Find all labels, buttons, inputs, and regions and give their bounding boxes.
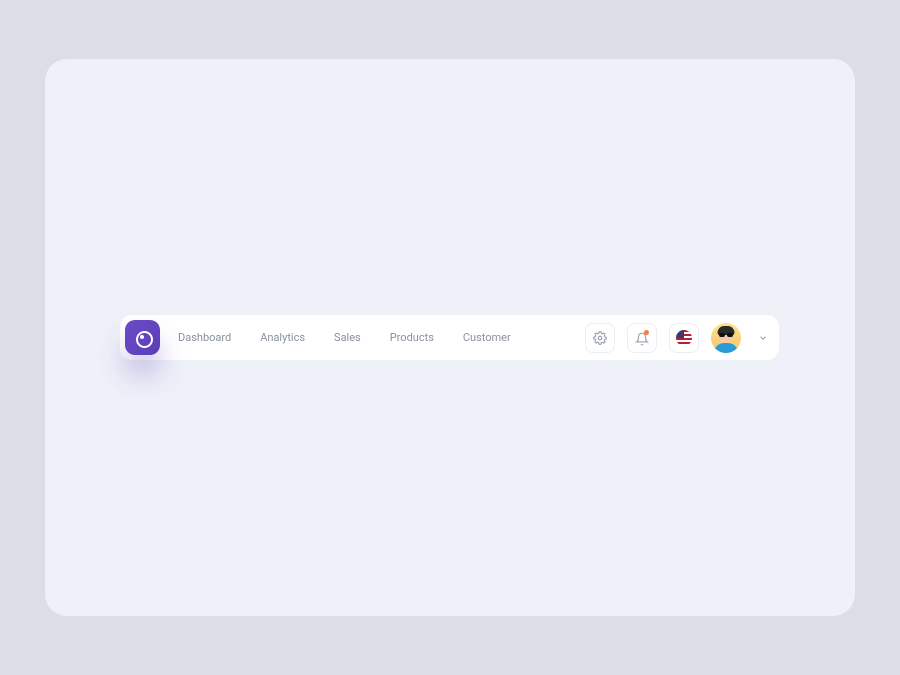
settings-button[interactable] [585, 323, 615, 353]
navbar: Dashboard Analytics Sales Products Custo… [120, 315, 779, 360]
avatar[interactable] [711, 323, 741, 353]
nav-link-products[interactable]: Products [390, 331, 434, 344]
user-menu-toggle[interactable] [757, 332, 769, 344]
app-logo[interactable] [125, 320, 160, 355]
nav-link-customer[interactable]: Customer [463, 331, 511, 344]
speech-ring-icon [135, 330, 151, 346]
nav-links: Dashboard Analytics Sales Products Custo… [178, 331, 585, 344]
chevron-down-icon [758, 333, 768, 343]
navbar-right [585, 323, 769, 353]
nav-link-dashboard[interactable]: Dashboard [178, 331, 231, 344]
nav-link-analytics[interactable]: Analytics [260, 331, 305, 344]
notification-dot [644, 330, 649, 335]
app-canvas: Dashboard Analytics Sales Products Custo… [45, 59, 855, 616]
bell-icon [635, 331, 649, 345]
us-flag-icon [676, 330, 692, 346]
notifications-button[interactable] [627, 323, 657, 353]
gear-icon [593, 331, 607, 345]
language-button[interactable] [669, 323, 699, 353]
nav-link-sales[interactable]: Sales [334, 331, 361, 344]
